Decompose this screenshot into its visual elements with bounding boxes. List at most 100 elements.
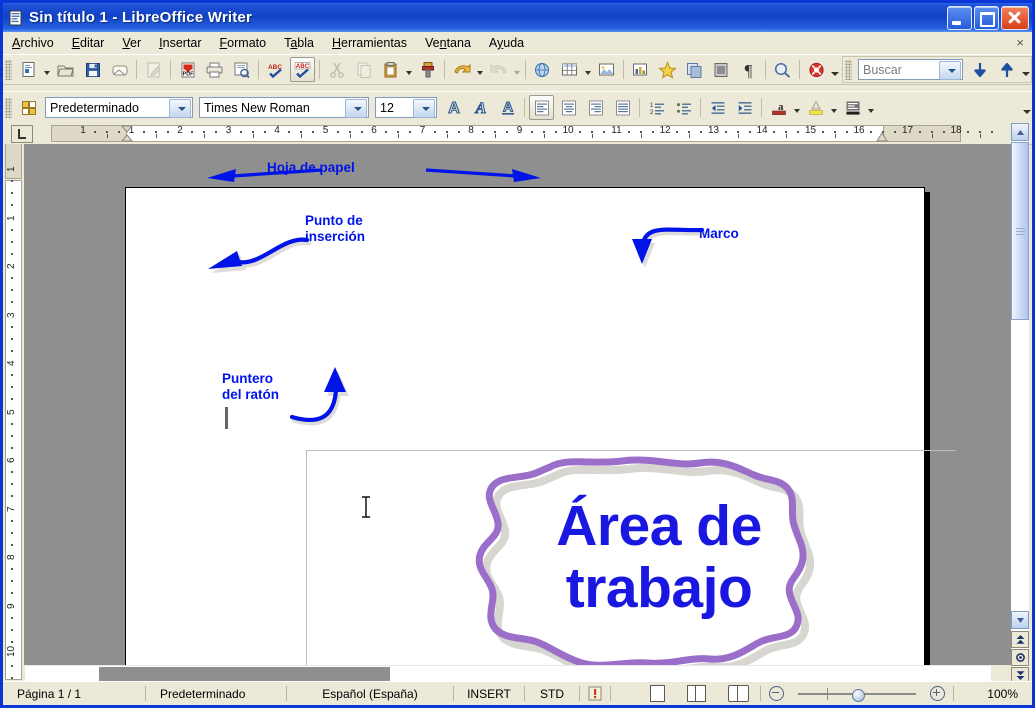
new-document-icon[interactable] [16,57,41,82]
hyperlink-icon[interactable] [530,57,555,82]
formatting-marks-icon[interactable]: ¶ [736,57,761,82]
email-document-icon[interactable] [107,57,132,82]
search-input[interactable]: Buscar [858,59,963,80]
edit-mode-icon[interactable] [141,57,166,82]
single-page-view-button[interactable] [639,685,676,702]
align-left-icon[interactable] [529,95,554,120]
insert-image-icon[interactable] [594,57,619,82]
font-color-dropdown[interactable] [792,96,802,119]
zoom-in-button[interactable] [922,685,953,702]
status-page[interactable]: Página 1 / 1 [3,685,145,702]
scroll-up-button[interactable] [1011,123,1029,141]
navigation-button[interactable] [1011,649,1029,666]
zoom-icon[interactable] [770,57,795,82]
horizontal-ruler[interactable]: 1 1 2 3 4 5 6 7 8 9 10 11 12 13 14 15 16 17 18 [3,123,1032,145]
scroll-down-button[interactable] [1011,611,1029,629]
align-center-icon[interactable] [556,95,581,120]
paragraph-background-icon[interactable] [840,95,865,120]
insert-chart-icon[interactable] [628,57,653,82]
redo-icon[interactable] [486,57,511,82]
search-toolbar-overflow[interactable] [1020,58,1031,81]
font-size-combo[interactable]: 12 [375,97,437,118]
formatting-toolbar-grip[interactable] [5,97,12,118]
paste-icon[interactable] [378,57,403,82]
menu-tabla[interactable]: Tabla [275,33,323,53]
unordered-list-icon[interactable] [671,95,696,120]
menu-ayuda[interactable]: Ayuda [480,33,533,53]
formatting-toolbar-overflow[interactable] [1021,96,1032,119]
menu-editar[interactable]: Editar [63,33,114,53]
print-preview-icon[interactable] [229,57,254,82]
font-name-dropdown-icon[interactable] [345,99,367,118]
status-insert-mode[interactable]: INSERT [454,685,524,702]
cut-icon[interactable] [324,57,349,82]
vertical-scrollbar-thumb[interactable] [1011,142,1029,320]
bold-icon[interactable]: A [441,95,466,120]
increase-indent-icon[interactable] [732,95,757,120]
insert-table-icon[interactable] [557,57,582,82]
status-page-style[interactable]: Predeterminado [146,685,286,702]
multi-page-view-button[interactable] [676,685,717,702]
ordered-list-icon[interactable]: 1 2 [644,95,669,120]
italic-icon[interactable]: A [468,95,493,120]
undo-icon[interactable] [449,57,474,82]
align-right-icon[interactable] [583,95,608,120]
minimize-button[interactable] [947,6,972,30]
toolbar-grip[interactable] [5,59,12,80]
horizontal-scrollbar-track[interactable] [24,665,992,682]
status-selection-mode[interactable]: STD [525,685,579,702]
font-name-combo[interactable]: Times New Roman [199,97,369,118]
zoom-slider[interactable] [798,686,916,702]
page-break-icon[interactable] [682,57,707,82]
zoom-slider-knob[interactable] [852,689,865,702]
find-next-icon[interactable] [967,57,992,82]
menu-ver[interactable]: Ver [113,33,150,53]
close-document-icon[interactable]: × [1016,35,1024,50]
highlight-color-icon[interactable] [803,95,828,120]
menu-ventana[interactable]: Ventana [416,33,480,53]
styles-sidebar-icon[interactable] [16,95,41,120]
menu-herramientas[interactable]: Herramientas [323,33,416,53]
previous-page-button[interactable] [1011,631,1029,648]
decrease-indent-icon[interactable] [705,95,730,120]
font-size-dropdown-icon[interactable] [413,99,435,118]
horizontal-scrollbar-thumb[interactable] [99,667,390,681]
undo-dropdown[interactable] [475,58,485,81]
left-indent-marker[interactable] [120,125,134,143]
search-toolbar-grip[interactable] [845,59,852,80]
standard-toolbar-overflow[interactable] [830,58,840,81]
paragraph-style-combo[interactable]: Predeterminado [45,97,193,118]
zoom-level[interactable]: 100% [954,685,1032,702]
insert-table-dropdown[interactable] [583,58,593,81]
close-button[interactable] [1001,6,1029,30]
underline-icon[interactable]: A [495,95,520,120]
menu-archivo[interactable]: AArchivorchivo [3,33,63,53]
font-color-icon[interactable]: a [766,95,791,120]
maximize-button[interactable] [974,6,999,30]
right-indent-marker[interactable] [875,132,889,143]
text-box-icon[interactable] [655,57,680,82]
paragraph-style-dropdown-icon[interactable] [169,99,191,118]
menu-formato[interactable]: Formato [211,33,276,53]
help-icon[interactable] [804,57,829,82]
export-pdf-icon[interactable]: PDF [175,57,200,82]
document-canvas[interactable]: Hoja de papel Punto de inserción Marco P… [24,144,1011,684]
clone-formatting-icon[interactable] [415,57,440,82]
vertical-ruler[interactable]: 11234567891011 [3,144,25,684]
find-previous-icon[interactable] [994,57,1019,82]
highlight-color-dropdown[interactable] [829,96,839,119]
redo-dropdown[interactable] [512,58,522,81]
vertical-scrollbar[interactable] [1011,123,1029,684]
zoom-out-button[interactable] [761,685,792,702]
paragraph-background-dropdown[interactable] [866,96,876,119]
book-view-button[interactable] [717,685,760,702]
paste-dropdown[interactable] [404,58,414,81]
menu-insertar[interactable]: Insertar [150,33,210,53]
new-document-dropdown[interactable] [42,58,52,81]
save-document-icon[interactable] [80,57,105,82]
open-document-icon[interactable] [53,57,78,82]
status-language[interactable]: Español (España) [287,685,453,702]
tab-stop-selector-button[interactable] [11,124,33,143]
insert-field-icon[interactable] [709,57,734,82]
search-dropdown-icon[interactable] [939,61,961,80]
